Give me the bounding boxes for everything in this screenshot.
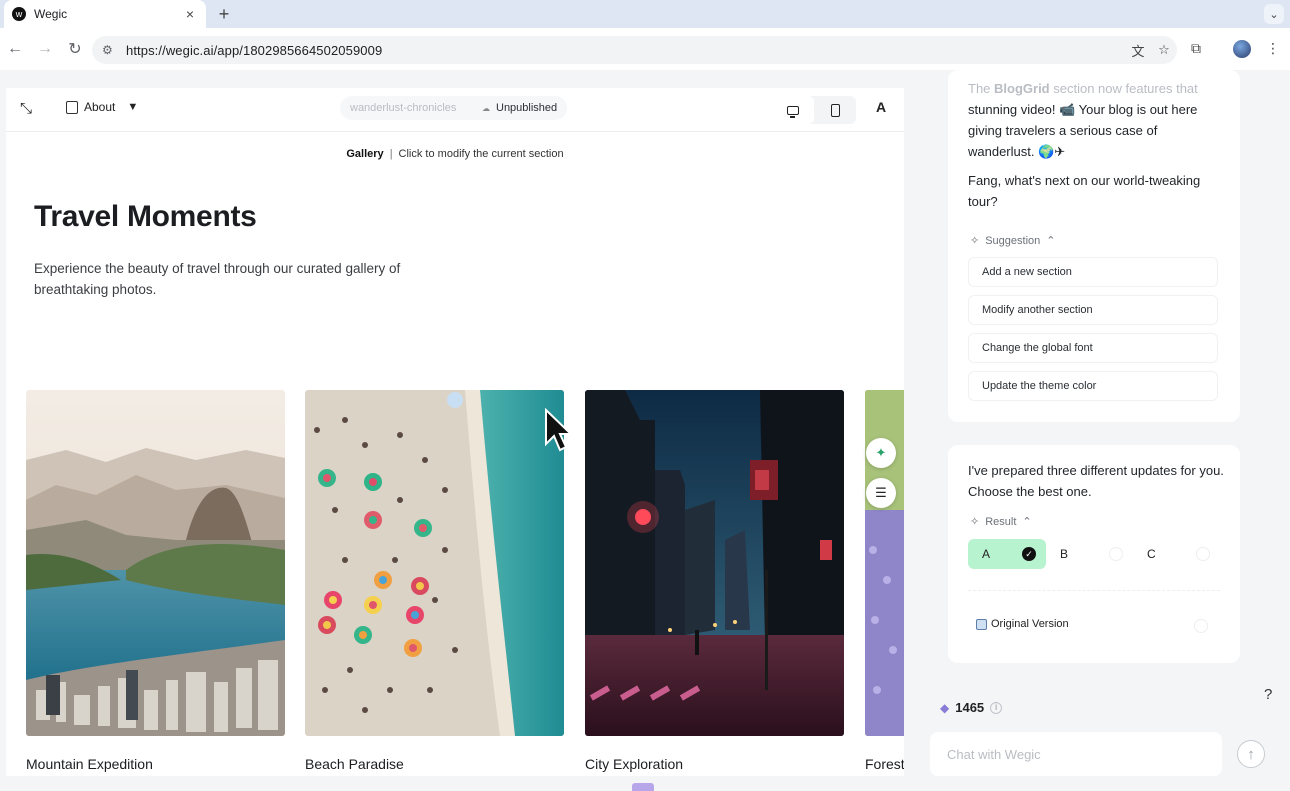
hamburger-menu-icon: ☰ xyxy=(875,485,887,500)
suggestion-modify-section[interactable]: Modify another section xyxy=(968,295,1218,325)
radio-ring-icon xyxy=(1109,547,1123,561)
site-settings-icon[interactable]: ⚙ xyxy=(102,43,118,57)
section-menu-button[interactable]: ☰ xyxy=(866,478,896,508)
page-doc-icon xyxy=(66,100,78,114)
radio-ring-icon[interactable] xyxy=(1194,619,1208,633)
back-arrow-icon[interactable]: ← xyxy=(0,40,30,58)
assistant-message: The BlogGrid section now features that s… xyxy=(948,70,1240,422)
extensions-puzzle-icon[interactable]: ⧉ xyxy=(1186,40,1206,57)
info-icon[interactable]: i xyxy=(990,701,1003,714)
checkmark-icon: ✓ xyxy=(1022,547,1036,561)
status-cloud-icon: ☁ xyxy=(482,103,490,113)
image-icon xyxy=(976,618,987,630)
forward-arrow-icon[interactable]: → xyxy=(30,40,60,58)
phone-icon xyxy=(830,103,840,117)
result-option-a[interactable]: A ✓ xyxy=(968,539,1046,569)
page-description[interactable]: Experience the beauty of travel through … xyxy=(34,258,434,300)
card-caption: City Exploration xyxy=(585,756,684,772)
credit-gem-icon: ◆ xyxy=(940,700,950,715)
divider xyxy=(968,590,1220,591)
bottom-handle[interactable] xyxy=(632,783,654,791)
gallery-card[interactable]: Beach Paradise xyxy=(305,390,564,772)
suggestion-change-font[interactable]: Change the global font xyxy=(968,333,1218,363)
browser-menu-icon[interactable]: ⋮ xyxy=(1263,40,1283,57)
message-body: stunning video! 📹 Your blog is out here … xyxy=(968,102,1198,159)
card-caption: Forest xyxy=(865,756,904,772)
section-name: Gallery xyxy=(346,148,384,160)
page-title[interactable]: Travel Moments xyxy=(34,200,257,234)
section-separator: | xyxy=(389,148,393,160)
suggestion-label: Suggestion xyxy=(985,234,1041,247)
reload-icon[interactable]: ↻ xyxy=(60,39,90,59)
publish-status: Unpublished xyxy=(496,102,558,114)
assistant-message: I've prepared three different updates fo… xyxy=(948,445,1240,663)
result-option-label: C xyxy=(1147,547,1156,561)
result-option-b[interactable]: B xyxy=(1046,539,1133,569)
chevron-up-icon: ⌃ xyxy=(1022,516,1032,528)
section-hint: Gallery | Click to modify the current sect… xyxy=(6,148,904,160)
tab-title: Wegic xyxy=(34,7,68,21)
message-text: The BlogGrid section now features that s… xyxy=(968,81,1198,159)
site-name: wanderlust-chronicles xyxy=(350,102,457,114)
message-text: I've prepared three different updates fo… xyxy=(968,463,1224,499)
browser-tab-bar: w Wegic × + ⌄ xyxy=(0,0,1290,28)
page-selector-label: About xyxy=(84,100,116,114)
url-text[interactable]: https://wegic.ai/app/1802985664502059009 xyxy=(126,43,1125,58)
suggestion-add-section[interactable]: Add a new section xyxy=(968,257,1218,287)
credits-counter: ◆ 1465 i xyxy=(940,700,1003,715)
credits-value: 1465 xyxy=(955,700,985,715)
result-options: A ✓ B C xyxy=(968,539,1220,569)
desktop-view-button[interactable] xyxy=(772,96,814,124)
night-city-street-photo xyxy=(585,390,844,736)
sparkle-icon: ✧ xyxy=(970,235,980,247)
chevron-down-icon: ▼ xyxy=(127,101,139,113)
original-version-option[interactable]: Original Version xyxy=(976,618,1069,630)
editor-toolbar: ⤡ About ▼ wanderlust-chronicles ☁ Unpubl… xyxy=(6,88,904,132)
monitor-icon xyxy=(787,105,799,118)
profile-avatar[interactable] xyxy=(1233,40,1251,58)
chevron-up-icon: ⌃ xyxy=(1046,235,1056,247)
radio-ring-icon xyxy=(1196,547,1210,561)
new-tab-button[interactable]: + xyxy=(214,4,234,24)
section-tools: ✦ ☰ xyxy=(866,438,896,518)
sparkle-icon: ✧ xyxy=(970,516,980,528)
gallery-card[interactable]: Mountain Expedition xyxy=(26,390,285,772)
mobile-view-button[interactable] xyxy=(814,96,856,124)
device-switcher xyxy=(772,96,856,124)
result-label: Result xyxy=(985,515,1017,528)
browser-tab[interactable]: w Wegic × xyxy=(4,0,206,28)
chat-input[interactable]: Chat with Wegic xyxy=(930,732,1222,776)
site-preview: ⤡ About ▼ wanderlust-chronicles ☁ Unpubl… xyxy=(6,88,904,776)
original-version-label: Original Version xyxy=(991,618,1069,630)
address-bar[interactable]: ⚙ https://wegic.ai/app/18029856645020590… xyxy=(92,36,1177,64)
mountain-bay-photo xyxy=(26,390,285,736)
page-selector[interactable]: About ▼ xyxy=(66,100,138,114)
result-option-label: B xyxy=(1060,547,1069,561)
gallery-card[interactable]: City Exploration xyxy=(585,390,844,772)
gallery-grid: Mountain Expedition Beach Paradise City … xyxy=(26,390,904,776)
message-question: Fang, what's next on our world-tweaking … xyxy=(968,173,1201,209)
section-hint-text: Click to modify the current section xyxy=(398,148,564,160)
sparkle-icon: ✦ xyxy=(875,445,887,460)
font-settings-icon[interactable]: A xyxy=(876,99,886,115)
wegic-favicon-icon: w xyxy=(12,7,26,21)
result-option-label: A xyxy=(982,547,991,561)
site-status-pill[interactable]: wanderlust-chronicles ☁ Unpublished xyxy=(340,96,568,120)
tab-search-chevron-icon[interactable]: ⌄ xyxy=(1264,4,1284,24)
card-caption: Beach Paradise xyxy=(305,756,404,772)
suggestion-toggle[interactable]: ✧ Suggestion ⌃ xyxy=(970,234,1056,248)
close-tab-icon[interactable]: × xyxy=(182,6,198,22)
help-button[interactable]: ? xyxy=(1264,686,1272,703)
aerial-beach-photo xyxy=(305,390,564,736)
suggestion-update-theme[interactable]: Update the theme color xyxy=(968,371,1218,401)
ai-edit-section-button[interactable]: ✦ xyxy=(866,438,896,468)
bookmark-star-icon[interactable]: ☆ xyxy=(1151,42,1177,58)
collapse-arrows-icon[interactable]: ⤡ xyxy=(20,100,32,117)
mouse-pointer-icon xyxy=(545,408,572,452)
result-option-c[interactable]: C xyxy=(1133,539,1220,569)
result-toggle[interactable]: ✧ Result ⌃ xyxy=(970,515,1032,529)
send-arrow-icon[interactable]: ↑ xyxy=(1237,740,1265,768)
translate-icon[interactable]: 文 xyxy=(1125,41,1151,60)
card-caption: Mountain Expedition xyxy=(26,756,153,772)
